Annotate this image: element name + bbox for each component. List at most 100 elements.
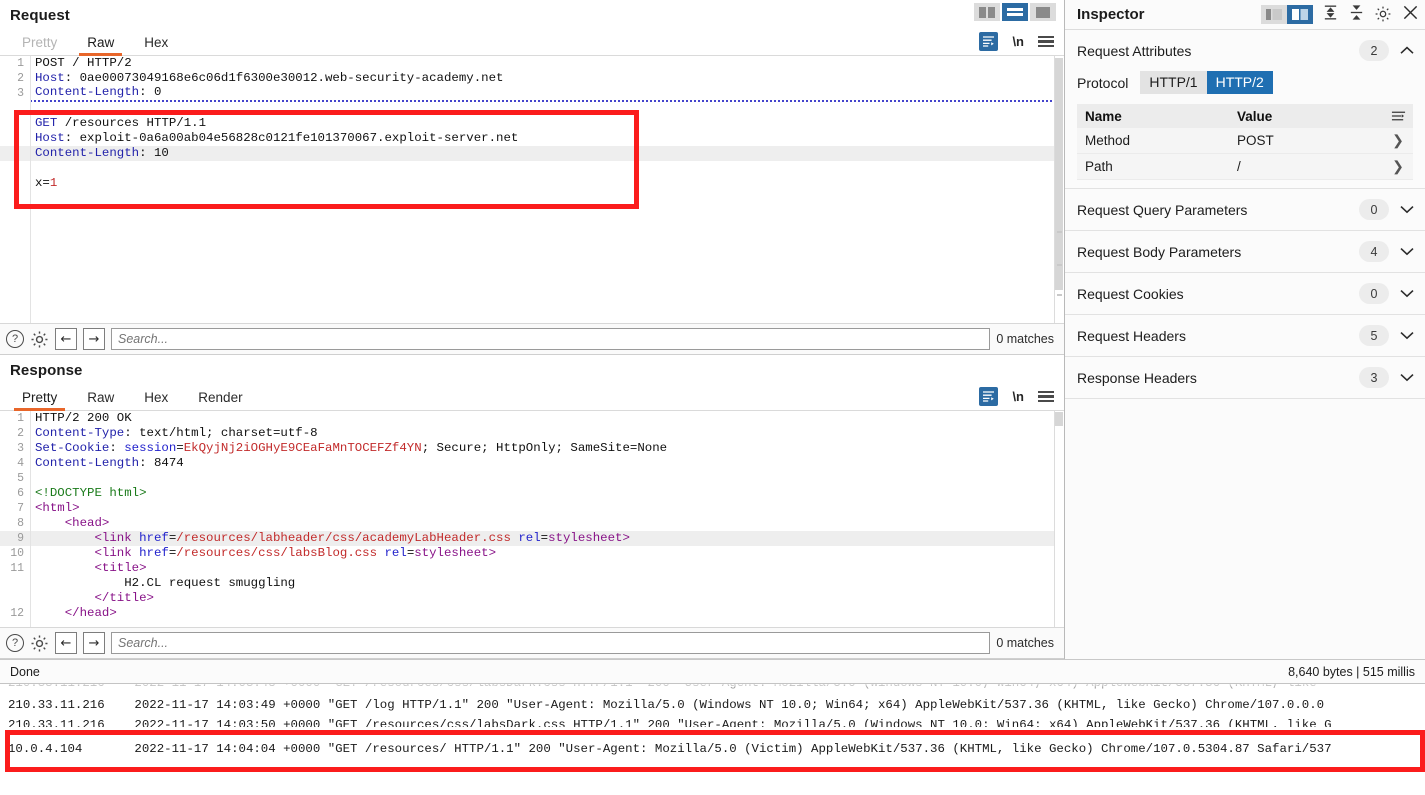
response-headers-header[interactable]: Response Headers 3 bbox=[1065, 357, 1425, 398]
response-scrollbar[interactable] bbox=[1054, 411, 1064, 627]
show-newlines-toggle[interactable]: \n bbox=[1012, 389, 1024, 404]
chevron-right-icon[interactable]: ❯ bbox=[1383, 132, 1413, 149]
show-newlines-toggle[interactable]: \n bbox=[1012, 34, 1024, 49]
code-text: Content-Length: 10 bbox=[30, 146, 1064, 161]
code-line: 11 <title> bbox=[0, 561, 1064, 576]
inspector-wide-layout-button[interactable] bbox=[1287, 5, 1313, 24]
search-next-button[interactable]: → bbox=[83, 328, 105, 350]
inspector-narrow-layout-button[interactable] bbox=[1261, 5, 1287, 24]
response-tab-hex[interactable]: Hex bbox=[134, 390, 178, 410]
gear-icon[interactable] bbox=[1374, 5, 1393, 24]
code-line: Content-Length: 10 bbox=[0, 146, 1064, 161]
section-count: 0 bbox=[1359, 283, 1389, 304]
chevron-down-icon[interactable] bbox=[1399, 328, 1415, 344]
response-editor[interactable]: 1 HTTP/2 200 OK 2 Content-Type: text/html; … bbox=[0, 411, 1064, 627]
request-scrollbar[interactable] bbox=[1054, 56, 1064, 323]
side-by-side-layout-button[interactable] bbox=[974, 3, 1000, 21]
inspector-layout-toggle[interactable] bbox=[1261, 5, 1313, 24]
response-tabs[interactable]: Pretty Raw Hex Render \n bbox=[0, 385, 1064, 411]
chevron-down-icon[interactable] bbox=[1399, 370, 1415, 386]
request-tabs[interactable]: Pretty Raw Hex \n bbox=[0, 30, 1064, 56]
code-token: x= bbox=[35, 176, 50, 190]
protocol-row: Protocol HTTP/1 HTTP/2 bbox=[1065, 71, 1425, 104]
attribute-value[interactable]: / bbox=[1229, 159, 1383, 174]
layout-toggle-group[interactable] bbox=[974, 3, 1056, 21]
response-scroll-thumb[interactable] bbox=[1055, 412, 1063, 426]
response-search-input[interactable] bbox=[111, 632, 991, 654]
chevron-right-icon[interactable]: ❯ bbox=[1383, 158, 1413, 175]
table-row[interactable]: Path / ❯ bbox=[1077, 154, 1413, 180]
response-tab-raw[interactable]: Raw bbox=[77, 390, 124, 410]
code-line: Host: exploit-0a6a00ab04e56828c0121fe101… bbox=[0, 131, 1064, 146]
question-mark-icon[interactable]: ? bbox=[6, 634, 24, 652]
protocol-option-http1[interactable]: HTTP/1 bbox=[1140, 71, 1207, 94]
code-text: <link href = /resources/labheader/css/acad… bbox=[30, 531, 1064, 546]
request-tab-raw[interactable]: Raw bbox=[77, 35, 124, 56]
attribute-value[interactable]: POST bbox=[1229, 133, 1383, 148]
menu-icon[interactable] bbox=[1038, 388, 1054, 405]
access-log[interactable]: 210.33.11.216 2022-11-17 14:03:48 +0000 … bbox=[0, 684, 1425, 795]
stacked-layout-button[interactable] bbox=[1002, 3, 1028, 21]
chevron-down-icon[interactable] bbox=[1399, 244, 1415, 260]
request-query-parameters-header[interactable]: Request Query Parameters 0 bbox=[1065, 189, 1425, 230]
request-search-input[interactable] bbox=[111, 328, 991, 350]
gear-icon[interactable] bbox=[30, 634, 49, 653]
line-number: 8 bbox=[17, 517, 24, 530]
request-scroll-thumb[interactable] bbox=[1055, 58, 1063, 290]
code-token: : text/html; charset=utf-8 bbox=[124, 426, 318, 440]
response-tab-pretty[interactable]: Pretty bbox=[12, 390, 67, 411]
search-next-button[interactable]: → bbox=[83, 632, 105, 654]
request-tab-hex[interactable]: Hex bbox=[134, 35, 178, 55]
request-headers-header[interactable]: Request Headers 5 bbox=[1065, 315, 1425, 356]
expand-all-icon[interactable] bbox=[1322, 4, 1339, 26]
code-token: H2.CL request smuggling bbox=[35, 576, 296, 590]
line-number: 2 bbox=[17, 427, 24, 440]
request-attributes-header[interactable]: Request Attributes 2 bbox=[1065, 30, 1425, 71]
gear-icon[interactable] bbox=[30, 330, 49, 349]
line-number: 3 bbox=[17, 442, 24, 455]
line-number: 2 bbox=[17, 72, 24, 85]
search-prev-button[interactable]: ← bbox=[55, 328, 77, 350]
log-line[interactable]: 210.33.11.216 2022-11-17 14:03:49 +0000 … bbox=[0, 694, 1425, 716]
collapse-all-icon[interactable] bbox=[1348, 4, 1365, 26]
code-token: : 10 bbox=[139, 146, 169, 160]
request-editor[interactable]: 1 POST / HTTP/2 2 Host: 0ae00073049168e6c06… bbox=[0, 56, 1064, 323]
chevron-down-icon[interactable] bbox=[1399, 202, 1415, 218]
log-line-victim[interactable]: 10.0.4.104 2022-11-17 14:04:04 +0000 "GE… bbox=[0, 738, 1425, 760]
code-text: Content-Length: 8474 bbox=[30, 456, 1064, 471]
request-search-bar[interactable]: ? ← → 0 matches bbox=[0, 323, 1064, 355]
line-number: 12 bbox=[10, 607, 24, 620]
menu-icon[interactable] bbox=[1038, 33, 1054, 50]
request-editor-icons: \n bbox=[979, 32, 1054, 51]
word-wrap-icon[interactable] bbox=[979, 32, 999, 51]
code-token: HTTP/2 200 OK bbox=[35, 411, 132, 425]
code-line: 4 Content-Length: 8474 bbox=[0, 456, 1064, 471]
code-token: </head> bbox=[35, 606, 117, 620]
response-search-bar[interactable]: ? ← → 0 matches bbox=[0, 627, 1064, 659]
word-wrap-icon[interactable] bbox=[979, 387, 999, 406]
request-cookies-header[interactable]: Request Cookies 0 bbox=[1065, 273, 1425, 314]
question-mark-icon[interactable]: ? bbox=[6, 330, 24, 348]
single-pane-layout-button[interactable] bbox=[1030, 3, 1056, 21]
inspector-section-request-headers: Request Headers 5 bbox=[1065, 315, 1425, 357]
request-tab-pretty[interactable]: Pretty bbox=[12, 35, 67, 55]
code-token: : 0 bbox=[139, 85, 162, 99]
code-token: Content-Length bbox=[35, 85, 140, 99]
section-label: Request Query Parameters bbox=[1077, 201, 1248, 218]
protocol-option-http2[interactable]: HTTP/2 bbox=[1206, 71, 1273, 94]
chevron-down-icon[interactable] bbox=[1399, 286, 1415, 302]
response-code[interactable]: 1 HTTP/2 200 OK 2 Content-Type: text/html; … bbox=[0, 411, 1064, 621]
code-line: 5 bbox=[0, 471, 1064, 486]
code-text: <html> bbox=[30, 501, 1064, 516]
search-prev-button[interactable]: ← bbox=[55, 632, 77, 654]
response-gutter-divider bbox=[30, 411, 31, 627]
table-row[interactable]: Method POST ❯ bbox=[1077, 128, 1413, 154]
response-tab-render[interactable]: Render bbox=[188, 390, 252, 410]
code-token: href bbox=[139, 546, 169, 560]
request-body-parameters-header[interactable]: Request Body Parameters 4 bbox=[1065, 231, 1425, 272]
request-code[interactable]: 1 POST / HTTP/2 2 Host: 0ae00073049168e6c06… bbox=[0, 56, 1064, 191]
protocol-segmented-control[interactable]: HTTP/1 HTTP/2 bbox=[1140, 71, 1273, 94]
close-icon[interactable] bbox=[1402, 4, 1419, 26]
chevron-up-icon[interactable] bbox=[1399, 43, 1415, 59]
table-options-icon[interactable] bbox=[1383, 110, 1413, 122]
